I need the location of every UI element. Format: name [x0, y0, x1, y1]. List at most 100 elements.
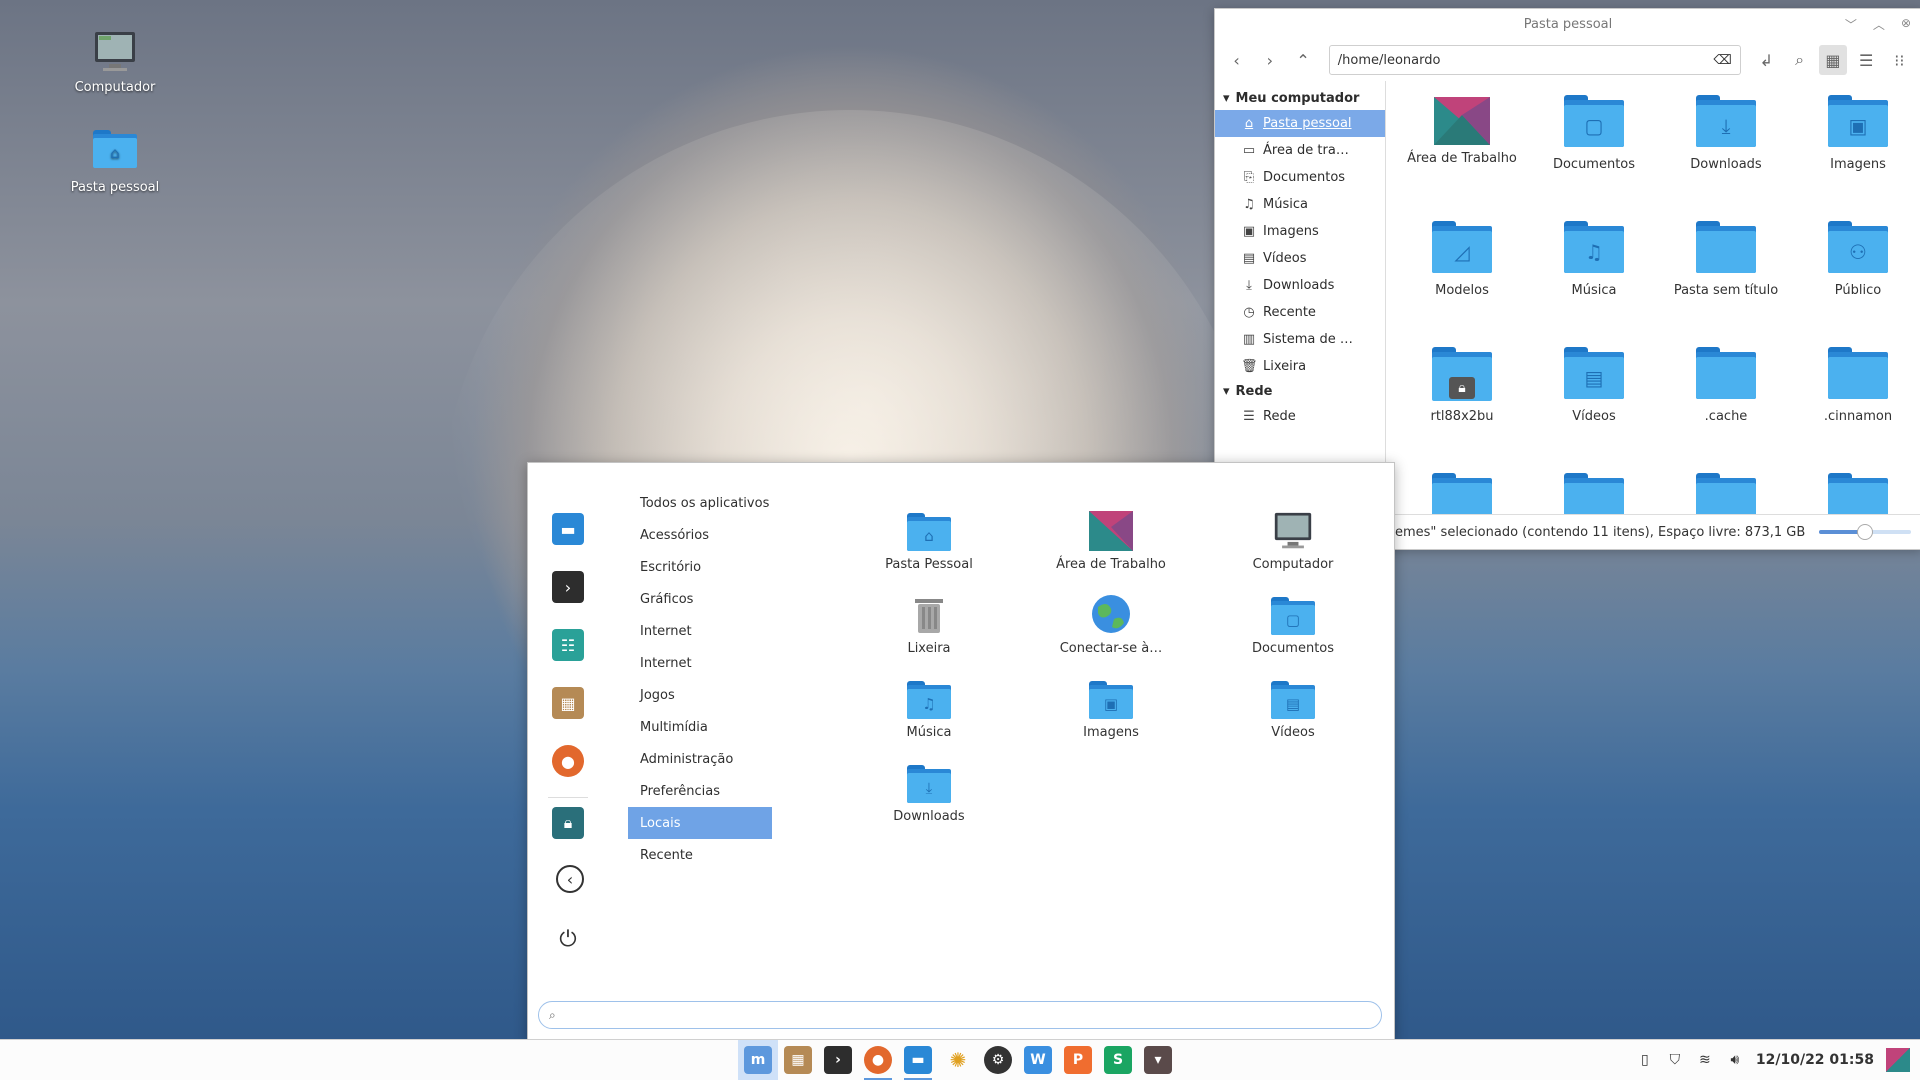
toggle-location-button[interactable]: ↲: [1753, 45, 1780, 75]
launcher-settings[interactable]: ✺: [938, 1040, 978, 1080]
category-recent[interactable]: Recente: [628, 839, 772, 871]
category-internet[interactable]: Internet: [628, 615, 772, 647]
fav-logout-button[interactable]: ‹: [556, 865, 584, 893]
file-item[interactable]: ▣ Imagens: [1792, 95, 1920, 221]
sidebar-item-network[interactable]: ☰ Rede: [1215, 403, 1385, 430]
file-item[interactable]: Área de Trabalho: [1396, 95, 1528, 221]
sidebar-item-trash[interactable]: 🗑︎ Lixeira: [1215, 353, 1385, 380]
app-trash[interactable]: Lixeira: [838, 587, 1020, 671]
file-item[interactable]: ⤓ Downloads: [1660, 95, 1792, 221]
up-button[interactable]: ⌃: [1290, 45, 1317, 75]
folder-icon: [1696, 221, 1756, 273]
category-multimedia[interactable]: Multimídia: [628, 711, 772, 743]
file-item-partial[interactable]: [1660, 473, 1792, 515]
sidebar-item-images[interactable]: ▣ Imagens: [1215, 218, 1385, 245]
close-icon[interactable]: ⊗: [1901, 16, 1911, 33]
suit-app-icon: ▾: [1144, 1046, 1172, 1074]
fav-lock-screen-button[interactable]: 🔒︎: [552, 807, 584, 839]
fav-settings-button[interactable]: ☷: [552, 629, 584, 661]
app-music[interactable]: ♫ Música: [838, 671, 1020, 755]
file-item[interactable]: .cinnamon: [1792, 347, 1920, 473]
app-computer[interactable]: Computador: [1202, 503, 1384, 587]
list-view-button[interactable]: ☰: [1853, 45, 1880, 75]
compact-view-button[interactable]: ⁝⁝: [1886, 45, 1913, 75]
fav-shutdown-button[interactable]: ⏻: [552, 923, 584, 955]
window-titlebar[interactable]: Pasta pessoal ﹀ ︿ ⊗: [1215, 9, 1920, 39]
launcher-spreadsheet[interactable]: S: [1098, 1040, 1138, 1080]
maximize-icon[interactable]: ︿: [1873, 16, 1885, 33]
icon-view-button[interactable]: ▦: [1819, 45, 1847, 75]
file-item[interactable]: ▤ Vídeos: [1528, 347, 1660, 473]
category-office[interactable]: Escritório: [628, 551, 772, 583]
file-item[interactable]: ♫ Música: [1528, 221, 1660, 347]
app-images[interactable]: ▣ Imagens: [1020, 671, 1202, 755]
search-button[interactable]: ⌕: [1786, 45, 1813, 75]
fav-terminal-button[interactable]: ›: [552, 571, 584, 603]
sidebar-item-filesystem[interactable]: ▥ Sistema de …: [1215, 326, 1385, 353]
app-downloads[interactable]: ⤓ Downloads: [838, 755, 1020, 839]
category-preferences[interactable]: Preferências: [628, 775, 772, 807]
sidebar-item-recent[interactable]: ◷ Recente: [1215, 299, 1385, 326]
fav-files-button[interactable]: ▬: [552, 513, 584, 545]
show-desktop-icon[interactable]: [1886, 1048, 1910, 1072]
shield-icon[interactable]: ⛉: [1666, 1052, 1684, 1068]
clock[interactable]: 12/10/22 01:58: [1756, 1052, 1874, 1068]
launcher-files[interactable]: ▬: [898, 1040, 938, 1080]
desktop-icon-computer[interactable]: Computador: [55, 30, 175, 95]
file-item[interactable]: ⚇ Público: [1792, 221, 1920, 347]
category-administration[interactable]: Administração: [628, 743, 772, 775]
file-item-partial[interactable]: [1396, 473, 1528, 515]
wifi-icon[interactable]: ≋: [1696, 1052, 1714, 1068]
menu-search-box[interactable]: ⌕: [538, 1001, 1382, 1029]
sidebar-item-music[interactable]: ♫ Música: [1215, 191, 1385, 218]
launcher-terminal[interactable]: ›: [818, 1040, 858, 1080]
fav-firefox-button[interactable]: ●: [552, 745, 584, 777]
category-games[interactable]: Jogos: [628, 679, 772, 711]
zoom-slider[interactable]: [1819, 524, 1911, 540]
launcher-presentation[interactable]: P: [1058, 1040, 1098, 1080]
menu-search-input[interactable]: [563, 1006, 1381, 1024]
desktop-icon-home[interactable]: ⌂ Pasta pessoal: [55, 130, 175, 195]
back-button[interactable]: ‹: [1223, 45, 1250, 75]
file-item[interactable]: .cache: [1660, 347, 1792, 473]
launcher-app[interactable]: ▾: [1138, 1040, 1178, 1080]
launcher-firefox[interactable]: ●: [858, 1040, 898, 1080]
volume-icon[interactable]: 🔊︎: [1726, 1052, 1744, 1068]
clipboard-icon[interactable]: ▯: [1636, 1052, 1654, 1068]
file-item-partial[interactable]: [1528, 473, 1660, 515]
sidebar-item-downloads[interactable]: ⤓ Downloads: [1215, 272, 1385, 299]
list-icon: ☰: [1858, 50, 1874, 70]
launcher-software-manager[interactable]: ▦: [778, 1040, 818, 1080]
file-item-partial[interactable]: [1792, 473, 1920, 515]
category-graphics[interactable]: Gráficos: [628, 583, 772, 615]
clear-icon[interactable]: ⌫: [1713, 53, 1731, 68]
file-item[interactable]: 🔒︎ rtl88x2bu: [1396, 347, 1528, 473]
launcher-writer[interactable]: W: [1018, 1040, 1058, 1080]
app-documents[interactable]: ▢ Documentos: [1202, 587, 1384, 671]
file-item[interactable]: ▢ Documentos: [1528, 95, 1660, 221]
location-bar[interactable]: /home/leonardo ⌫: [1328, 45, 1741, 75]
sidebar-item-documents[interactable]: ⎘ Documentos: [1215, 164, 1385, 191]
app-videos[interactable]: ▤ Vídeos: [1202, 671, 1384, 755]
sidebar-item-videos[interactable]: ▤ Vídeos: [1215, 245, 1385, 272]
minimize-icon[interactable]: ﹀: [1845, 16, 1857, 33]
app-home-folder[interactable]: ⌂ Pasta Pessoal: [838, 503, 1020, 587]
app-desktop[interactable]: Área de Trabalho: [1020, 503, 1202, 587]
category-internet-2[interactable]: Internet: [628, 647, 772, 679]
sidebar-item-home[interactable]: ⌂ Pasta pessoal: [1215, 110, 1385, 137]
files-icon: ▬: [904, 1046, 932, 1074]
zoom-slider-handle[interactable]: [1857, 524, 1873, 540]
sidebar-section-network[interactable]: ▾ Rede: [1215, 380, 1385, 403]
fav-software-button[interactable]: ▦: [552, 687, 584, 719]
category-all[interactable]: Todos os aplicativos: [628, 487, 772, 519]
sidebar-section-computer[interactable]: ▾ Meu computador: [1215, 87, 1385, 110]
app-connect-server[interactable]: Conectar-se à…: [1020, 587, 1202, 671]
file-item[interactable]: ◿ Modelos: [1396, 221, 1528, 347]
category-accessories[interactable]: Acessórios: [628, 519, 772, 551]
menu-button[interactable]: m: [738, 1040, 778, 1080]
sidebar-item-desktop[interactable]: ▭ Área de tra…: [1215, 137, 1385, 164]
forward-button[interactable]: ›: [1256, 45, 1283, 75]
launcher-steam[interactable]: ⚙: [978, 1040, 1018, 1080]
category-places[interactable]: Locais: [628, 807, 772, 839]
file-item[interactable]: Pasta sem título: [1660, 221, 1792, 347]
